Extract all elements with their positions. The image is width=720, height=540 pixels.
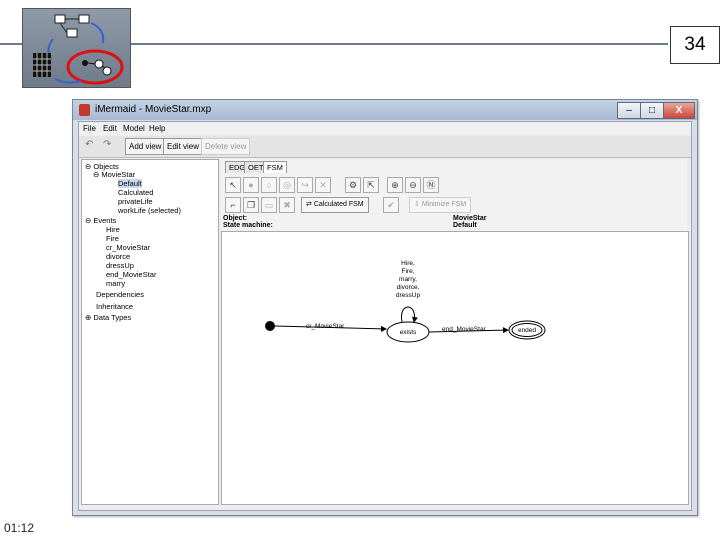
tree-item-dressup[interactable]: dressUp bbox=[106, 261, 134, 270]
final-state-tool-icon[interactable]: ◎ bbox=[279, 177, 295, 193]
end-event-label: end_MovieStar bbox=[442, 326, 487, 333]
state-tool-icon[interactable]: ○ bbox=[261, 177, 277, 193]
fsm-diagram: cr_MovieStar exists Hire, Fire, marry, d… bbox=[265, 260, 546, 343]
app-icon bbox=[79, 104, 90, 116]
state-machine-value: Default bbox=[453, 222, 477, 229]
loop-event-dressup: dressUp bbox=[396, 292, 421, 299]
select-tool-icon[interactable]: ↖ bbox=[225, 177, 241, 193]
tree-item-end-moviestar[interactable]: end_MovieStar bbox=[106, 270, 156, 279]
menu-model[interactable]: Model bbox=[123, 124, 145, 133]
logo bbox=[22, 8, 131, 88]
tab-fsm[interactable]: FSM bbox=[263, 161, 287, 173]
tree-item-events[interactable]: ⊖ Events bbox=[85, 216, 116, 225]
tree-item-data-types[interactable]: ⊕ Data Types bbox=[85, 313, 131, 322]
delete-tool-icon[interactable]: ✕ bbox=[315, 177, 331, 193]
layout-icon[interactable]: ⚙ bbox=[345, 177, 361, 193]
tree-item-inheritance[interactable]: Inheritance bbox=[96, 302, 133, 311]
remove-icon[interactable]: ✖ bbox=[279, 197, 295, 213]
zoom-out-icon[interactable]: ⊖ bbox=[405, 177, 421, 193]
self-loop-transition[interactable] bbox=[401, 306, 418, 323]
main-toolbar: ↶ ↷ Add view Edit view Delete view bbox=[79, 136, 691, 158]
tree-item-dependencies[interactable]: Dependencies bbox=[96, 290, 144, 299]
tree-item-cr-moviestar[interactable]: cr_MovieStar bbox=[106, 243, 150, 252]
tree-item-worklife[interactable]: workLife (selected) bbox=[118, 206, 181, 215]
delete-view-button[interactable]: Delete view bbox=[201, 138, 251, 155]
tree-item-default[interactable]: Default bbox=[118, 179, 142, 188]
view-info: Object: State machine: MovieStar Default bbox=[221, 215, 687, 231]
state-ended-label: ended bbox=[518, 327, 536, 334]
fsm-logo-icon bbox=[33, 14, 124, 85]
calculated-fsm-button[interactable]: ⇄ Calculated FSM bbox=[301, 197, 369, 213]
loop-event-divorce: divorce, bbox=[397, 284, 420, 291]
state-exists-label: exists bbox=[400, 329, 417, 336]
minimize-button[interactable]: – bbox=[617, 102, 641, 119]
minimize-fsm-button[interactable]: ⇩ Minimize FSM bbox=[409, 197, 472, 213]
loop-event-hire: Hire, bbox=[401, 260, 415, 267]
maximize-button[interactable]: □ bbox=[640, 102, 664, 119]
menu-help[interactable]: Help bbox=[149, 124, 165, 133]
tree-item-hire[interactable]: Hire bbox=[106, 225, 120, 234]
redo-icon[interactable]: ↷ bbox=[103, 139, 111, 150]
undo-icon[interactable]: ↶ bbox=[85, 139, 93, 150]
tree-item-privatelife[interactable]: privateLife bbox=[118, 197, 153, 206]
copy-icon[interactable]: ❐ bbox=[243, 197, 259, 213]
tree-item-marry[interactable]: marry bbox=[106, 279, 125, 288]
edit-view-button[interactable]: Edit view bbox=[163, 138, 204, 155]
fsm-canvas[interactable]: cr_MovieStar exists Hire, Fire, marry, d… bbox=[221, 231, 689, 505]
tool-palette: ↖ ● ○ ◎ ↪ ✕ ⚙ ⇱ ⊕ ⊖ Ⓝ bbox=[221, 175, 687, 193]
object-label: Object: bbox=[223, 215, 248, 222]
object-value: MovieStar bbox=[453, 215, 487, 222]
tree-item-moviestar[interactable]: ⊖ MovieStar bbox=[93, 170, 135, 179]
transition-tool-icon[interactable]: ↪ bbox=[297, 177, 313, 193]
check-icon[interactable]: ✔ bbox=[383, 197, 399, 213]
page-number: 34 bbox=[670, 26, 720, 64]
app-window: iMermaid - MovieStar.mxp – □ X File Edit… bbox=[72, 99, 698, 516]
title-bar[interactable]: iMermaid - MovieStar.mxp – □ X bbox=[73, 100, 697, 120]
editor-panel: EDG OET FSM ↖ ● ○ ◎ ↪ ✕ ⚙ ⇱ ⊕ ⊖ Ⓝ ⌐ ❐ ▭ bbox=[221, 159, 689, 505]
zoom-in-icon[interactable]: ⊕ bbox=[387, 177, 403, 193]
state-machine-label: State machine: bbox=[223, 222, 273, 229]
fsm-toolbar: ⌐ ❐ ▭ ✖ ⇄ Calculated FSM ✔ ⇩ Minimize FS… bbox=[221, 195, 687, 215]
close-button[interactable]: X bbox=[663, 102, 695, 119]
new-icon[interactable]: ⌐ bbox=[225, 197, 241, 213]
loop-event-marry: marry, bbox=[399, 276, 417, 283]
loop-event-fire: Fire, bbox=[402, 268, 415, 275]
tree-item-divorce[interactable]: divorce bbox=[106, 252, 130, 261]
menu-bar: File Edit Model Help bbox=[79, 122, 691, 135]
clock: 01:12 bbox=[4, 521, 35, 535]
model-tree: ⊖ Objects ⊖ MovieStar Default Calculated… bbox=[81, 159, 219, 505]
create-event-label: cr_MovieStar bbox=[306, 323, 345, 330]
initial-state-tool-icon[interactable]: ● bbox=[243, 177, 259, 193]
open-icon[interactable]: ⇱ bbox=[363, 177, 379, 193]
menu-edit[interactable]: Edit bbox=[103, 124, 117, 133]
initial-state[interactable] bbox=[265, 321, 275, 331]
normal-zoom-icon[interactable]: Ⓝ bbox=[423, 177, 439, 193]
tree-item-calculated[interactable]: Calculated bbox=[118, 188, 153, 197]
window-content: File Edit Model Help ↶ ↷ Add view Edit v… bbox=[78, 121, 692, 511]
rename-icon[interactable]: ▭ bbox=[261, 197, 277, 213]
menu-file[interactable]: File bbox=[83, 124, 96, 133]
tree-item-fire[interactable]: Fire bbox=[106, 234, 119, 243]
window-title: iMermaid - MovieStar.mxp bbox=[95, 104, 212, 115]
add-view-button[interactable]: Add view bbox=[125, 138, 166, 155]
